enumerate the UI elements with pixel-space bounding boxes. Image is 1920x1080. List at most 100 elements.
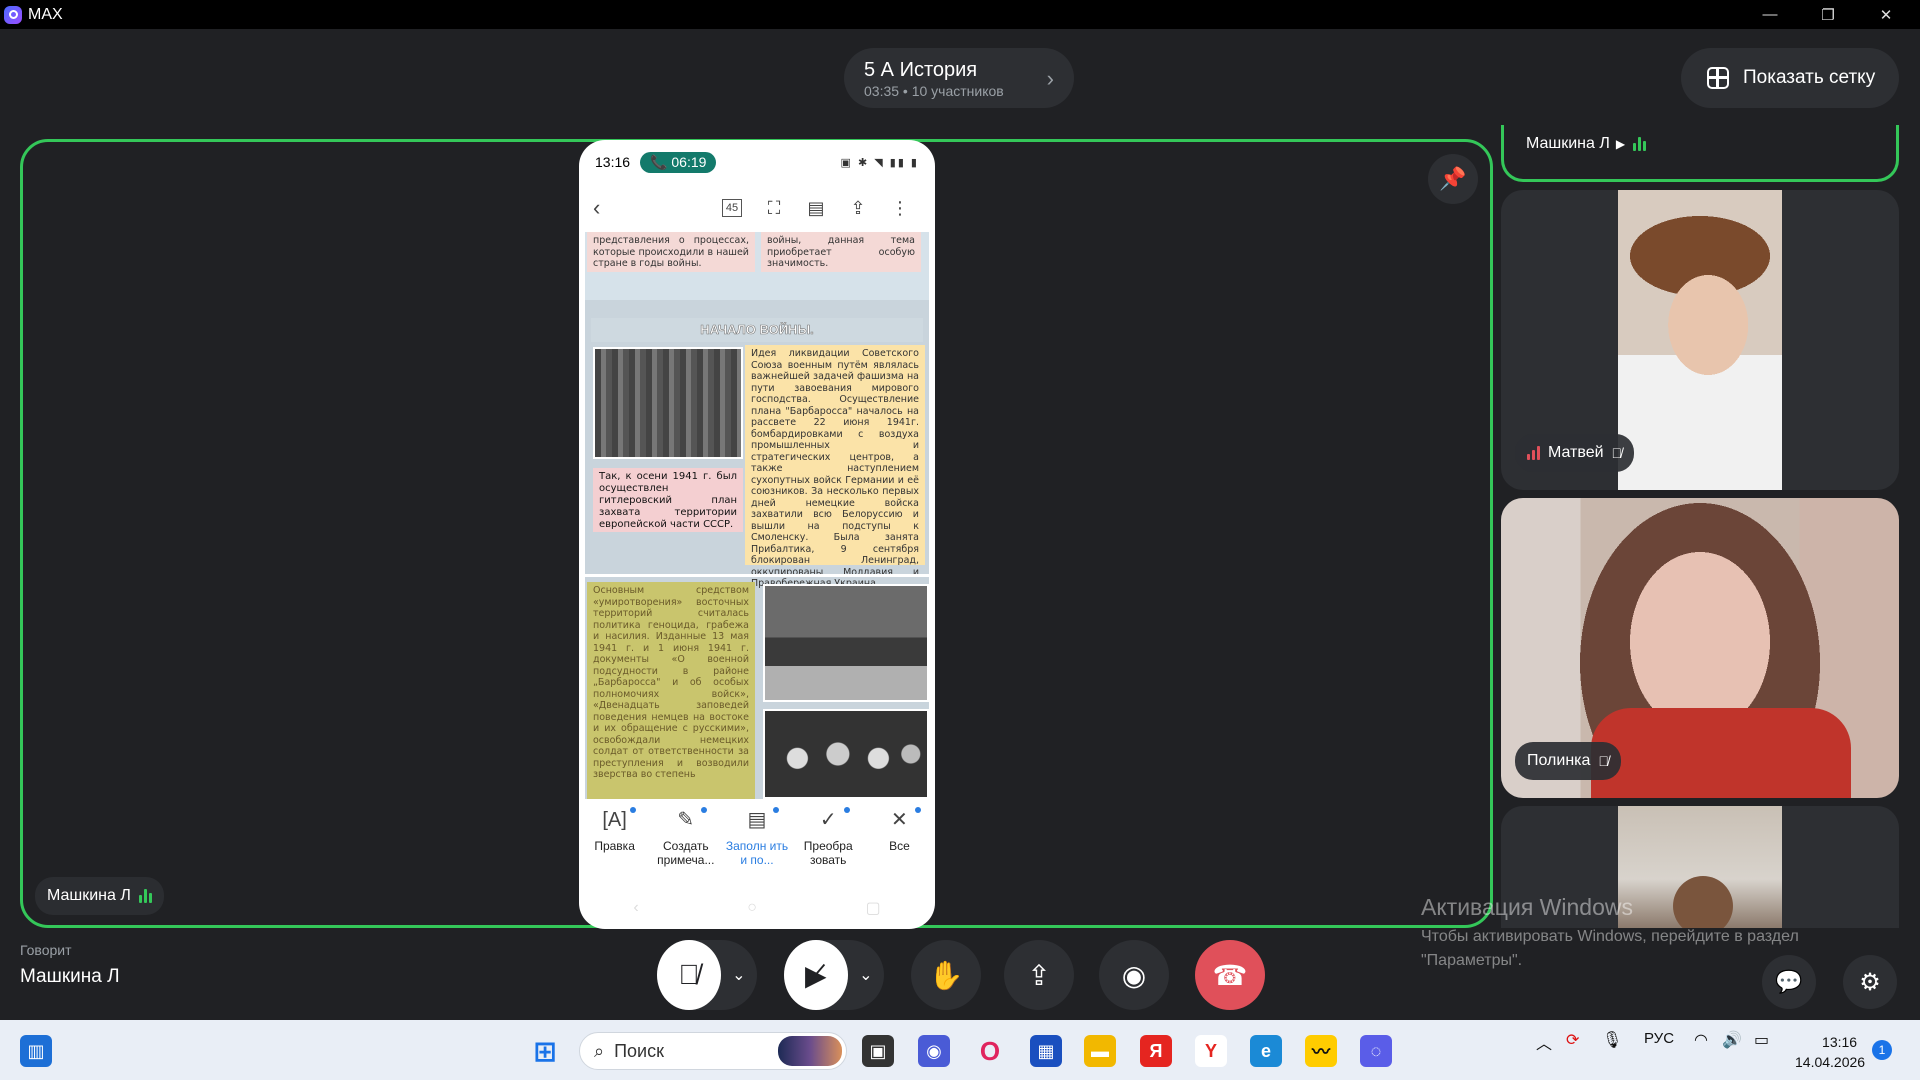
- phone-nav-bar: ‹ ○ ▢: [579, 888, 935, 928]
- back-icon[interactable]: ‹: [593, 195, 600, 221]
- edge-icon[interactable]: e: [1250, 1035, 1282, 1067]
- more-icon[interactable]: ⋮: [879, 198, 921, 219]
- raise-hand-button[interactable]: ✋: [911, 940, 981, 1010]
- pen-icon: ✎: [650, 805, 721, 839]
- participant-tile-matvey[interactable]: Матвей 🎙̸: [1501, 190, 1899, 490]
- fullscreen-icon[interactable]: ⛶: [753, 198, 795, 219]
- screen-share-icon: ⇪: [1027, 959, 1051, 991]
- store-icon[interactable]: ▦: [1030, 1035, 1062, 1067]
- share-screen-button[interactable]: ⇪: [1004, 940, 1074, 1010]
- speaker-name: Машкина Л: [20, 966, 120, 987]
- settings-button[interactable]: ⚙: [1843, 955, 1897, 1009]
- war-photo-1: [593, 347, 743, 459]
- share-icon[interactable]: ⇪: [837, 198, 879, 219]
- end-call-button[interactable]: ☎: [1195, 940, 1265, 1010]
- opera-icon[interactable]: O: [974, 1035, 1006, 1067]
- pin-button[interactable]: 📌: [1428, 154, 1478, 204]
- presenter-name: Машкина Л: [47, 887, 131, 904]
- page-count-icon[interactable]: 45: [711, 199, 753, 217]
- record-button[interactable]: ◉: [1099, 940, 1169, 1010]
- tool-annotate[interactable]: ✎ Создать примеча...: [650, 805, 721, 883]
- current-speaker: Говорит Машкина Л: [20, 942, 120, 988]
- autumn-1941-text: Так, к осени 1941 г. был осуществлен гит…: [593, 468, 743, 532]
- tool-fill-sign[interactable]: ▤ Заполн ить и по...: [721, 805, 792, 883]
- war-photo-2: [763, 584, 929, 702]
- call-meta: 03:35 • 10 участников: [864, 83, 1004, 99]
- grid-icon: [1707, 67, 1729, 89]
- presenter-name-tag: Машкина Л: [35, 877, 164, 915]
- record-control: ◉: [1099, 940, 1169, 1010]
- shared-phone-screen: 13:16 📞 06:19 ▣ ✱ ◥ ▮▮ ▮ ‹ 45 ⛶ ▤ ⇪ ⋮ пр…: [579, 140, 935, 929]
- mic-off-icon: 🎙̸: [1598, 753, 1609, 769]
- mic-tray-icon[interactable]: 🎙: [1602, 1030, 1622, 1050]
- reader-mode-icon[interactable]: ▤: [795, 198, 837, 219]
- file-explorer-icon[interactable]: ▬: [1084, 1035, 1116, 1067]
- hangup-icon: ☎: [1212, 959, 1248, 991]
- nav-recents-icon: ▢: [865, 900, 881, 917]
- search-icon: ⌕: [594, 1040, 605, 1061]
- chevron-right-icon: ›: [1046, 66, 1054, 91]
- yandex-icon[interactable]: Я: [1140, 1035, 1172, 1067]
- form-icon: ▤: [721, 805, 792, 839]
- wifi-icon[interactable]: ◠: [1694, 1030, 1708, 1050]
- yandex-browser-icon[interactable]: Y: [1195, 1035, 1227, 1067]
- max-app-icon[interactable]: ◌: [1360, 1035, 1392, 1067]
- zoom-app-icon[interactable]: ◉: [918, 1035, 950, 1067]
- participant-name: Машкина Л: [1526, 135, 1610, 152]
- camera-control-group: ▶̸ ⌄: [784, 940, 884, 1010]
- language-indicator[interactable]: РУС: [1644, 1030, 1674, 1047]
- screen-share-icon: ▶: [1615, 137, 1626, 151]
- camera-toggle-button[interactable]: ▶̸: [784, 940, 848, 1010]
- signal-icon: [1527, 446, 1540, 460]
- mic-options-chevron-icon[interactable]: ⌄: [721, 965, 757, 985]
- record-icon: ◉: [1121, 959, 1147, 991]
- intro-right-text: войны, данная тема приобретает особую зн…: [761, 232, 921, 272]
- tool-all[interactable]: ✕ Все: [864, 805, 935, 883]
- participant-tile-polinka[interactable]: Полинка 🎙̸: [1501, 498, 1899, 798]
- windows-taskbar: [0, 1020, 1920, 1080]
- participant-tile-active[interactable]: Машкина Л ▶: [1501, 125, 1899, 182]
- speaker-label: Говорит: [20, 942, 72, 958]
- tool-edit[interactable]: [A] Правка: [579, 805, 650, 883]
- show-grid-button[interactable]: Показать сетку: [1681, 48, 1899, 108]
- war-photo-3: [763, 709, 929, 799]
- mic-off-icon: 🎙̸: [1611, 445, 1623, 461]
- taskbar-clock[interactable]: 13:16 14.04.2026: [1795, 1032, 1865, 1072]
- search-highlight-image: [778, 1036, 842, 1066]
- war-start-text: Идея ликвидации Советского Союза военным…: [745, 345, 925, 589]
- call-info-pill[interactable]: 5 А История 03:35 • 10 участников ›: [844, 48, 1074, 108]
- hand-icon: ✋: [928, 959, 964, 991]
- camera-off-icon: ▶̸: [805, 959, 827, 991]
- battery-icon[interactable]: ▭: [1754, 1030, 1769, 1050]
- raise-hand-control: ✋: [911, 940, 981, 1010]
- windows-activation-watermark: Активация Windows Чтобы активировать Win…: [1421, 894, 1799, 969]
- notification-badge[interactable]: 1: [1872, 1040, 1892, 1060]
- close-button[interactable]: ✕: [1858, 0, 1914, 29]
- participant-name: Полинка: [1527, 752, 1591, 769]
- sync-icon[interactable]: ⟳: [1566, 1030, 1579, 1050]
- title-bar: MAX — ❐ ✕: [0, 0, 1920, 29]
- volume-icon[interactable]: 🔊: [1722, 1030, 1742, 1050]
- section-title: НАЧАЛО ВОЙНЫ.: [591, 318, 923, 342]
- taskbar-search[interactable]: ⌕ Поиск: [579, 1032, 847, 1070]
- nav-back-icon: ‹: [633, 899, 639, 916]
- status-icons: ▣ ✱ ◥ ▮▮ ▮: [840, 156, 919, 169]
- settings-control: ⚙: [1843, 955, 1897, 1009]
- participant-name-tag: Матвей 🎙̸: [1515, 434, 1635, 472]
- call-title: 5 А История: [864, 59, 978, 81]
- yandex-music-icon[interactable]: 〰: [1305, 1035, 1337, 1067]
- participant-name: Матвей: [1548, 444, 1604, 461]
- widgets-icon[interactable]: ▥: [20, 1035, 52, 1067]
- mic-off-icon: 🎙̸: [678, 959, 700, 990]
- tool-convert[interactable]: ✓ Преобра зовать: [793, 805, 864, 883]
- task-view-icon[interactable]: ▣: [862, 1035, 894, 1067]
- mic-toggle-button[interactable]: 🎙̸: [657, 940, 721, 1010]
- camera-options-chevron-icon[interactable]: ⌄: [848, 965, 884, 985]
- start-button-icon[interactable]: ⊞: [529, 1035, 561, 1067]
- pdf-toolbar: ‹ 45 ⛶ ▤ ⇪ ⋮: [579, 184, 935, 232]
- maximize-button[interactable]: ❐: [1800, 0, 1856, 29]
- minimize-button[interactable]: —: [1742, 0, 1798, 29]
- tray-chevron-icon[interactable]: ︿: [1536, 1030, 1552, 1054]
- end-call-control: ☎: [1195, 940, 1265, 1010]
- gear-icon: ⚙: [1859, 968, 1881, 996]
